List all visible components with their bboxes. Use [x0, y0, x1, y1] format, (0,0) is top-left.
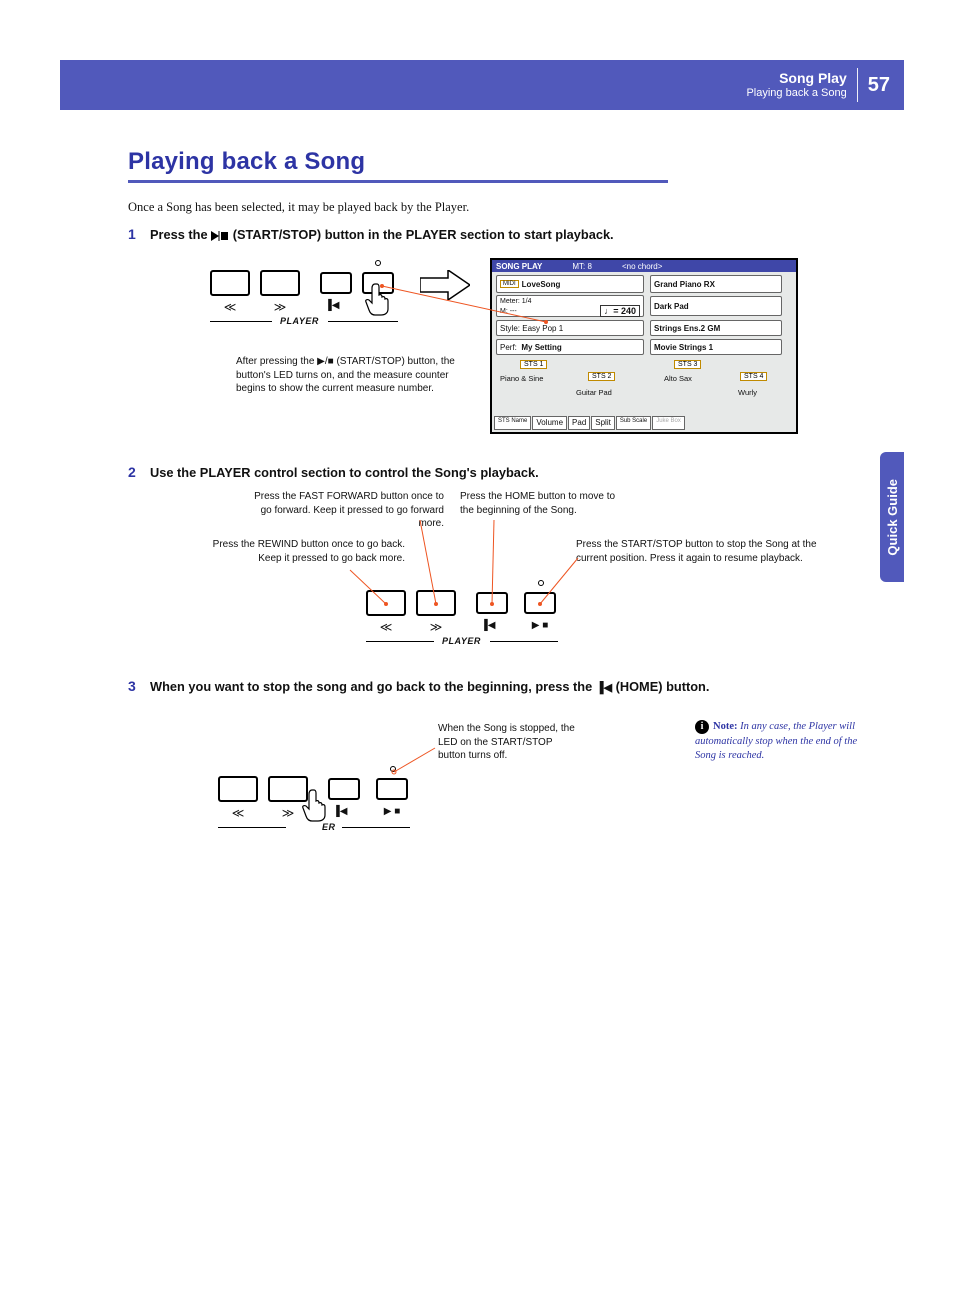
caption-startstop: After pressing the ▶/■ (START/STOP) butt…: [236, 355, 476, 396]
lcd-song: MIDI LoveSong: [496, 275, 644, 293]
caption-rew: Press the REWIND button once to go back.…: [195, 538, 405, 565]
sts2-btn: STS 2: [588, 372, 615, 381]
led-icon: [390, 766, 396, 772]
sts4-name: Wurly: [738, 388, 757, 397]
rewind-symbol: ≪: [210, 300, 250, 314]
title-rule: [128, 180, 668, 183]
home-symbol: ▐◀: [316, 300, 348, 311]
note-box: iNote: In any case, the Player will auto…: [695, 720, 870, 764]
rewind-button[interactable]: [218, 776, 258, 802]
player-label: PLAYER: [442, 636, 481, 646]
lcd-perf: Perf: My Setting: [496, 339, 644, 355]
info-icon: i: [695, 720, 709, 734]
rewind-button[interactable]: [366, 590, 406, 616]
start-stop-button[interactable]: [376, 778, 408, 800]
player-diagram-2: ≪ ≫ ▐◀ ▶ ■ PLAYER: [366, 580, 576, 660]
lcd-meter: Meter: 1/4 M: --- ♩= 240: [496, 295, 644, 317]
step-number: 1: [128, 226, 136, 242]
rewind-symbol: ≪: [366, 620, 406, 634]
fast-forward-button[interactable]: [416, 590, 456, 616]
caption-ff: Press the FAST FORWARD button once to go…: [254, 490, 444, 531]
step-number: 2: [128, 464, 136, 480]
step-text: Use the PLAYER control section to contro…: [150, 464, 539, 482]
player-label: PLAYER: [280, 316, 319, 326]
header-divider: [857, 68, 858, 102]
page-number: 57: [868, 74, 890, 97]
section-title: Song Play: [746, 71, 846, 86]
led-icon: [538, 580, 544, 586]
side-tab-label: Quick Guide: [885, 479, 900, 556]
home-button[interactable]: [328, 778, 360, 800]
section-subtitle: Playing back a Song: [746, 87, 846, 99]
fast-forward-button[interactable]: [260, 270, 300, 296]
step-number: 3: [128, 678, 136, 694]
lcd-lower: Movie Strings 1: [650, 339, 782, 355]
sts3-btn: STS 3: [674, 360, 701, 369]
side-tab: Quick Guide: [880, 452, 904, 582]
playstop-symbol: ▶ ■: [372, 806, 412, 817]
lcd-header: SONG PLAY MT: 8 <no chord>: [492, 260, 796, 272]
page-header: Song Play Playing back a Song 57: [60, 60, 904, 110]
playstop-symbol: ▶ ■: [520, 620, 560, 631]
rewind-symbol: ≪: [218, 806, 258, 820]
ff-symbol: ≫: [416, 620, 456, 634]
lcd-upper1: Grand Piano RX: [650, 275, 782, 293]
home-button[interactable]: [320, 272, 352, 294]
page-title: Playing back a Song: [128, 148, 365, 176]
hand-icon: [302, 788, 330, 822]
home-symbol: ▐◀: [472, 620, 504, 631]
caption-home: Press the HOME button to move to the beg…: [460, 490, 630, 517]
led-icon: [375, 260, 381, 266]
home-button[interactable]: [476, 592, 508, 614]
page: Song Play Playing back a Song 57 Playing…: [0, 0, 954, 1308]
lcd-tabs: STS Name Volume Pad Split Sub Scale Juke…: [494, 416, 794, 430]
sts1-name: Piano & Sine: [500, 374, 543, 383]
sts3-name: Alto Sax: [664, 374, 692, 383]
player-diagram-3: ≪ ≫ ▐◀ ▶ ■ ER: [218, 766, 428, 846]
ff-symbol: ≫: [260, 300, 300, 314]
step-text: Press the (START/STOP) button in the PLA…: [150, 226, 614, 244]
caption-ss: Press the START/STOP button to stop the …: [576, 538, 836, 565]
play-stop-icon: [211, 231, 229, 241]
sts2-name: Guitar Pad: [576, 388, 612, 397]
lcd-upper3: Strings Ens.2 GM: [650, 320, 782, 336]
lcd-upper2: Dark Pad: [650, 296, 782, 316]
rewind-button[interactable]: [210, 270, 250, 296]
hand-icon: [365, 282, 393, 316]
lcd-style: Style: Easy Pop 1: [496, 320, 644, 336]
sts4-btn: STS 4: [740, 372, 767, 381]
intro-text: Once a Song has been selected, it may be…: [128, 200, 469, 215]
step-text: When you want to stop the song and go ba…: [150, 678, 790, 696]
caption-ledoff: When the Song is stopped, the LED on the…: [438, 722, 578, 763]
start-stop-button[interactable]: [524, 592, 556, 614]
lcd-screenshot: SONG PLAY MT: 8 <no chord> MIDI LoveSong…: [490, 258, 798, 434]
sts1-btn: STS 1: [520, 360, 547, 369]
arrow-icon: [420, 270, 470, 300]
